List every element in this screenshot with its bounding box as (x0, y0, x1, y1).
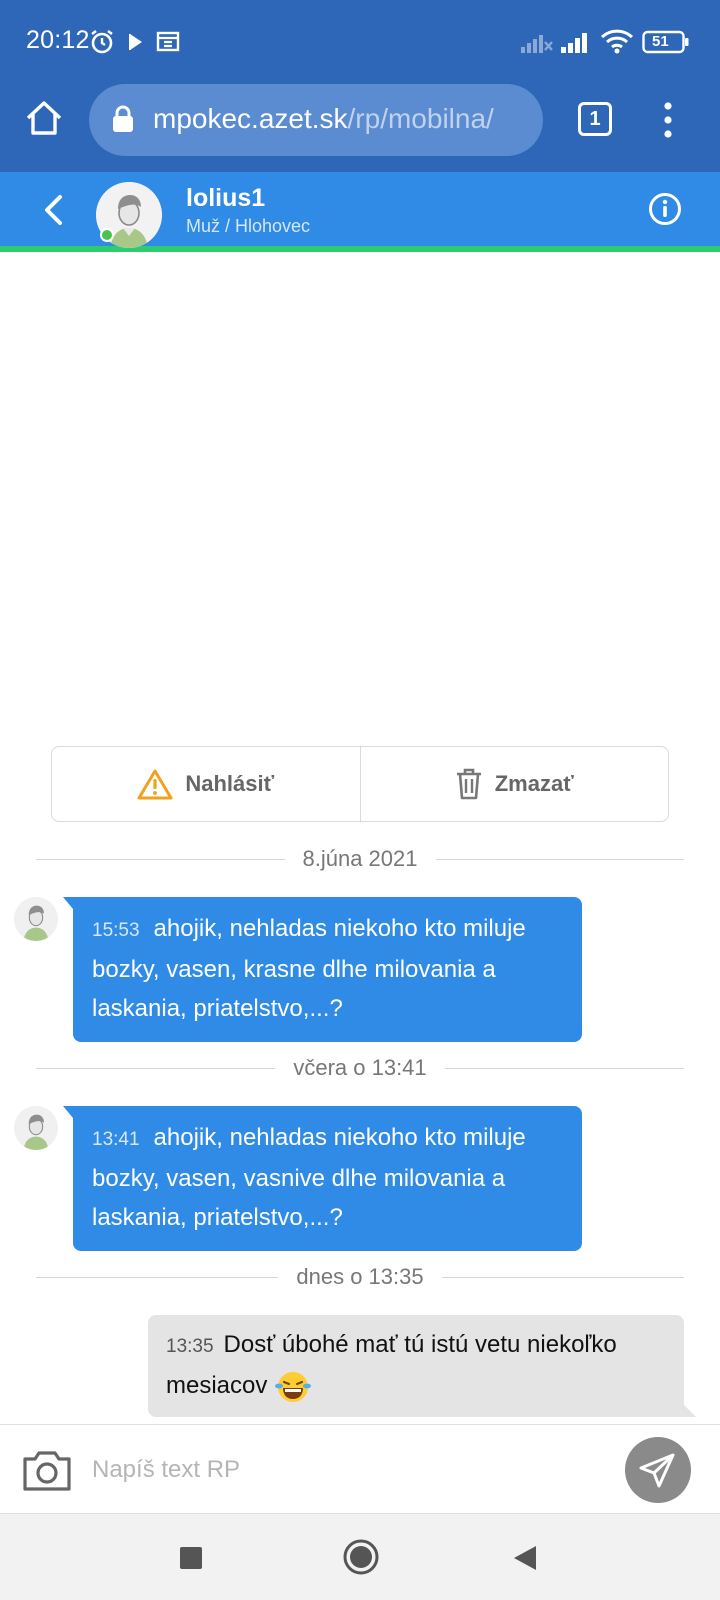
url-text: mpokec.azet.sk/rp/mobilna/ (153, 103, 494, 135)
message-time: 13:35 (166, 1336, 214, 1357)
date-divider: 8.júna 2021 (36, 844, 684, 874)
date-divider: dnes o 13:35 (36, 1262, 685, 1292)
tabs-button[interactable]: 1 (578, 102, 612, 136)
sender-avatar[interactable] (14, 897, 58, 941)
lock-icon (111, 104, 135, 139)
incoming-message[interactable]: 15:53 ahojik, nehladas niekoho kto miluje… (63, 897, 582, 1042)
more-icon (664, 102, 672, 138)
status-bar: 20:12 51 (0, 0, 720, 84)
tab-count: 1 (589, 108, 601, 130)
message-time: 13:41 (92, 1129, 140, 1150)
home-nav-icon[interactable] (342, 1538, 380, 1581)
alarm-icon (88, 28, 116, 61)
message-text: ahojik, nehladas niekoho kto miluje bozk… (92, 915, 526, 1022)
date-divider-label: včera o 13:41 (293, 1055, 427, 1080)
date-divider: včera o 13:41 (36, 1053, 684, 1083)
back-button[interactable] (38, 192, 68, 228)
camera-icon (23, 1451, 71, 1491)
delete-label: Zmazať (494, 771, 574, 796)
recents-icon[interactable] (178, 1545, 204, 1576)
sender-avatar[interactable] (14, 1106, 58, 1150)
home-button[interactable] (22, 96, 66, 140)
status-time: 20:12 (26, 26, 90, 54)
calendar-icon (156, 30, 180, 57)
date-divider-label: 8.júna 2021 (302, 846, 418, 871)
delete-button[interactable]: Zmazať (359, 747, 669, 821)
play-icon (128, 32, 146, 57)
incoming-message[interactable]: 13:41 ahojik, nehladas niekoho kto miluje… (63, 1106, 582, 1251)
wifi-icon (600, 28, 634, 59)
chat-user-subtitle: Muž / Hlohovec (186, 216, 311, 236)
send-icon (639, 1453, 675, 1488)
report-button[interactable]: Nahlásiť (52, 747, 360, 821)
battery-level: 51 (652, 33, 669, 50)
url-bar[interactable]: mpokec.azet.sk/rp/mobilna/ (89, 84, 543, 156)
system-navigation-bar (0, 1514, 720, 1600)
laughing-emoji-icon (274, 1370, 312, 1404)
message-composer (0, 1424, 720, 1514)
info-button[interactable] (648, 192, 682, 226)
online-status-indicator (100, 228, 114, 242)
message-text: ahojik, nehladas niekoho kto miluje bozk… (92, 1124, 526, 1231)
conversation-actions: Nahlásiť Zmazať (51, 746, 669, 822)
back-icon (45, 195, 62, 225)
url-host: mpokec.azet.sk (153, 103, 348, 134)
message-input[interactable] (92, 1445, 602, 1495)
signal-icon (560, 30, 594, 59)
back-nav-icon[interactable] (512, 1544, 538, 1577)
browser-toolbar: mpokec.azet.sk/rp/mobilna/ 1 (0, 84, 720, 172)
message-time: 15:53 (92, 920, 140, 941)
outgoing-message[interactable]: 13:35 Dosť úbohé mať tú istú vetu niekoľk… (148, 1315, 696, 1417)
send-button[interactable] (625, 1437, 691, 1503)
signal-icon (520, 30, 554, 59)
more-menu-button[interactable] (656, 98, 680, 142)
url-path: /rp/mobilna/ (347, 103, 494, 134)
camera-button[interactable] (20, 1447, 74, 1493)
date-divider-label: dnes o 13:35 (296, 1264, 424, 1289)
home-icon (26, 101, 62, 135)
report-label: Nahlásiť (185, 771, 275, 796)
chat-user-name[interactable]: lolius1 (186, 184, 265, 213)
warning-icon (137, 769, 173, 800)
chat-header: lolius1 Muž / Hlohovec (0, 172, 720, 252)
trash-icon (456, 768, 481, 800)
info-icon (649, 193, 681, 225)
message-text: Dosť úbohé mať tú istú vetu niekoľko mes… (166, 1331, 617, 1399)
